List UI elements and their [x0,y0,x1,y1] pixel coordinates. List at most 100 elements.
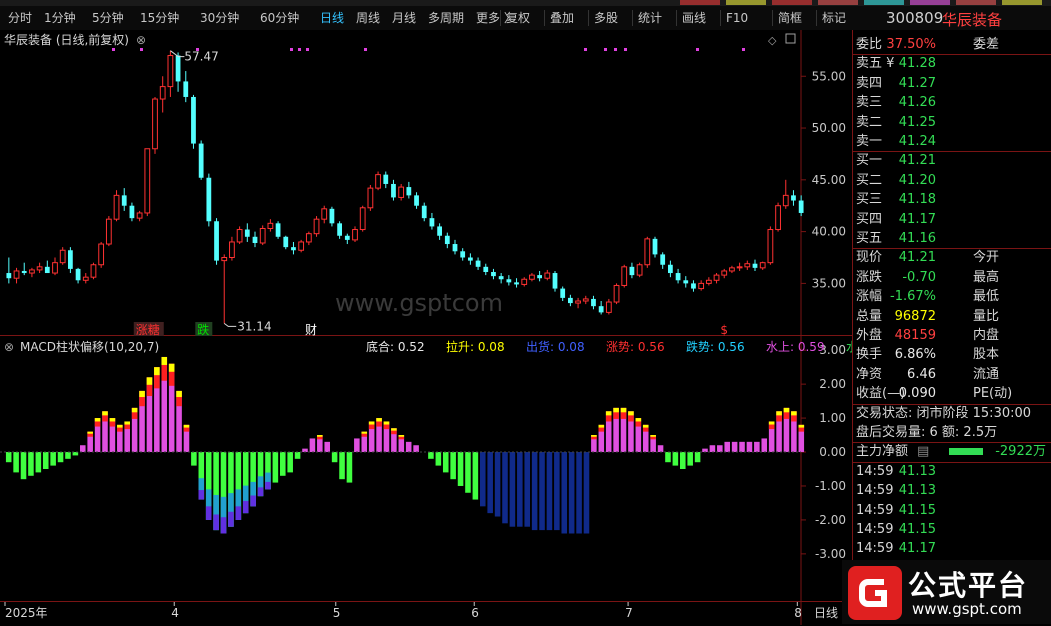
price-chart[interactable]: 55.00 50.00 45.00 40.00 35.00 华辰装备 (日线,前复权) ⊗ ◇… [0,30,852,336]
quote-row: 14:59 41.17 [853,539,1051,558]
toolbar-button[interactable]: 标记 [816,10,846,26]
macd-bar-negative [294,452,301,459]
candle-body-up [221,257,228,262]
top-color-tab[interactable] [910,0,950,5]
bid-price[interactable]: 41.21 [899,151,936,170]
candle-body-up [113,194,120,220]
toolbar-button[interactable]: 多股 [588,10,618,26]
bid-price[interactable]: 41.20 [899,171,936,190]
list-icon[interactable]: ▤ [917,442,929,461]
candle-body-down [75,268,81,281]
bid-price[interactable]: 41.16 [899,229,936,248]
top-color-tab[interactable] [818,0,858,5]
event-label[interactable]: $ [720,323,728,336]
period-tab[interactable]: 5分钟 [92,10,124,26]
candle-body-up [159,86,166,100]
macd-bar-negative [487,452,493,514]
signal-marker [696,48,699,51]
period-tab[interactable]: 月线 [392,10,416,26]
macd-bar-negative [272,452,279,483]
top-color-tab[interactable] [956,0,996,5]
macd-legend-item: 拉升: 0.08 [446,339,505,354]
quote-row: 换手 6.86% 股本 [853,345,1051,364]
macd-bar-negative [472,452,479,500]
top-color-tab[interactable] [772,0,812,5]
diamond-icon[interactable]: ◇ [768,34,777,47]
period-tab[interactable]: 多周期 [428,10,464,26]
ask-price[interactable]: 41.26 [899,93,936,112]
toolbar-button[interactable]: F10 [720,10,748,26]
toolbar-button[interactable]: 画线 [676,10,706,26]
ask-price[interactable]: 41.28 [899,54,936,73]
price-tick-label: 35.00 [812,276,846,290]
candle-body-up [575,300,581,304]
ask-price[interactable]: 41.27 [899,74,936,93]
quote-label-2: 今开 [973,250,1000,266]
candle-body-up [267,222,274,229]
macd-bar-positive [405,441,412,453]
top-color-tab[interactable] [864,0,904,5]
toolbar-button[interactable]: 简框 [772,10,802,26]
gspt-logo: 公式平台 www.gspt.com [842,560,1051,624]
macd-bar-negative [5,452,12,463]
bid-price[interactable]: 41.17 [899,210,936,229]
ask-price[interactable]: 41.24 [899,132,936,151]
period-tab[interactable]: 30分钟 [200,10,239,26]
macd-bar-negative [280,452,286,476]
quote-row: 涨跌 -0.70 最高 [853,268,1051,287]
top-color-tab[interactable] [680,0,720,5]
date-label: 5 [333,606,341,620]
macd-bar-negative [339,452,345,480]
period-tab[interactable]: 分时 [8,10,32,26]
chart-settings-icon[interactable]: ⊗ [136,33,146,47]
candle-body-down [244,229,250,237]
toolbar-button[interactable]: 统计 [632,10,662,26]
period-tab[interactable]: 周线 [356,10,380,26]
weibi-label: 委比 [856,37,883,52]
macd-bar-negative [583,452,590,534]
macd-bar-positive [657,445,664,453]
top-color-tab[interactable] [1002,0,1042,5]
candle-body-up [582,298,589,302]
period-tab[interactable]: 15分钟 [140,10,179,26]
macd-bar-negative [568,452,575,534]
macd-chart[interactable]: 3.002.001.000.00-1.00-2.00-3.00⊗ MACD柱状偏移… [0,336,852,601]
macd-bar-negative [28,452,34,476]
period-tab[interactable]: 日线 [320,10,344,26]
macd-bar-positive [739,441,745,453]
event-label[interactable]: 跌 [197,322,209,336]
event-label[interactable]: 涨糖 [136,322,160,336]
event-label[interactable]: 财 [305,323,317,336]
candle-body-down [337,223,342,236]
candle-body-down [598,306,604,313]
macd-bar-positive [309,438,316,453]
period-tab[interactable]: 1分钟 [44,10,76,26]
top-color-tab[interactable] [726,0,766,5]
toolbar-button[interactable]: 叠加 [544,10,574,26]
candle-body-up [313,218,320,235]
candle-body-down [444,235,450,245]
stock-name: 华辰装备 [942,11,1003,29]
date-label: 8 [794,606,802,620]
candle-body-down [460,251,466,258]
bid-price[interactable]: 41.18 [899,190,936,209]
quote-row: 14:59 41.15 [853,501,1051,520]
period-indicator[interactable]: 日线 [814,606,838,620]
quote-row: 总量 96872 量比 [853,307,1051,326]
quote-value: 41.21 [898,250,936,266]
quote-row: 卖四 41.27 [853,74,1051,93]
candle-body-up [698,282,705,290]
candle-body-up [605,301,612,313]
quote-row: 卖三 41.26 [853,93,1051,112]
toolbar-button[interactable]: 复权 [500,10,530,26]
period-tab[interactable]: 60分钟 [260,10,299,26]
date-axis: 2025年 4 5 6 7 8 日线 [0,601,852,625]
ask-level-label: 卖三 [856,95,883,111]
candle-body-up [90,264,97,278]
macd-bar-negative [576,452,582,534]
ask-price[interactable]: 41.25 [899,113,936,132]
macd-bar-negative [428,452,434,459]
candle-body-up [152,98,158,150]
macd-settings-icon[interactable]: ⊗ [4,340,14,354]
macd-bar-negative [457,452,464,486]
